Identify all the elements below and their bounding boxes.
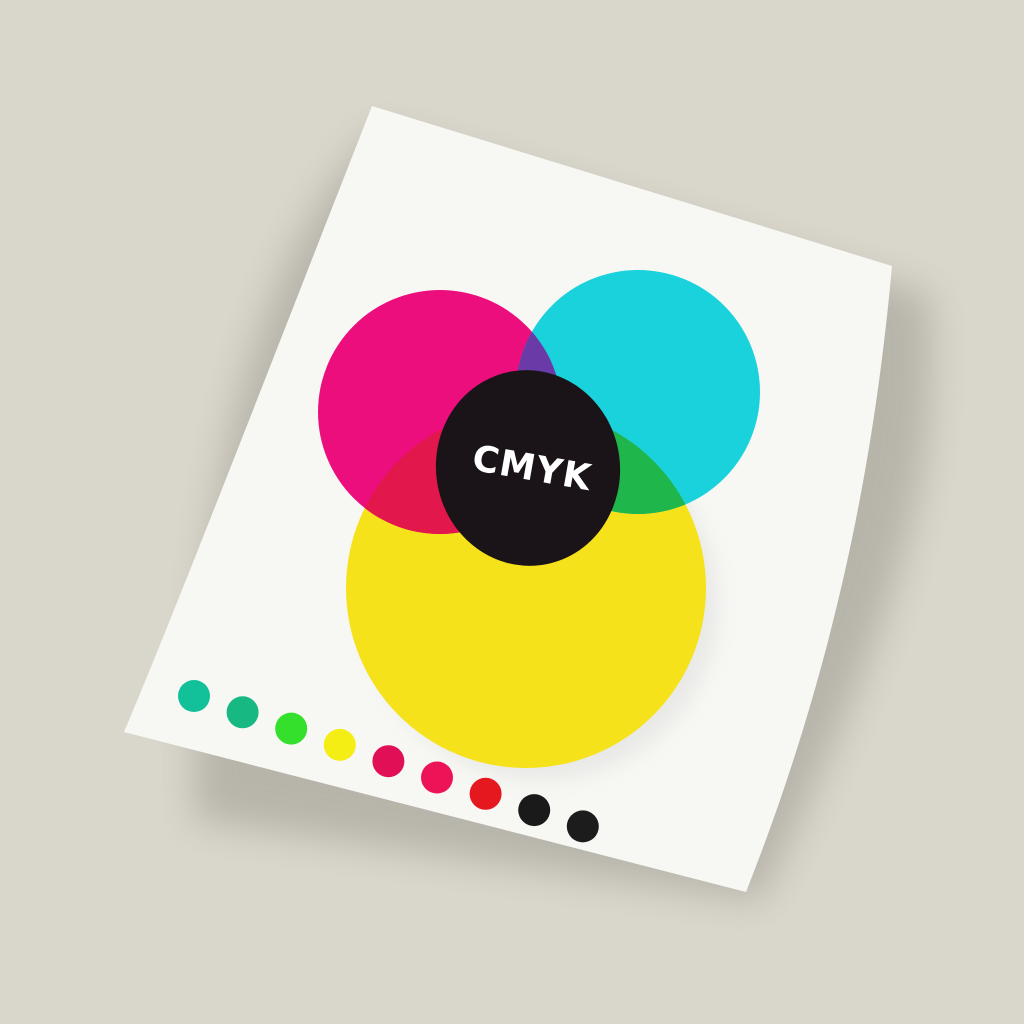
color-swatch (469, 777, 502, 810)
cmyk-paper-scene: CMYK (0, 0, 1024, 1024)
color-swatch (275, 712, 308, 745)
color-swatch (323, 728, 356, 761)
color-swatch (372, 745, 405, 778)
color-swatch (421, 761, 453, 794)
color-swatch (178, 680, 210, 712)
color-swatch (226, 696, 259, 729)
color-swatch (566, 810, 599, 843)
color-swatch (518, 794, 551, 827)
